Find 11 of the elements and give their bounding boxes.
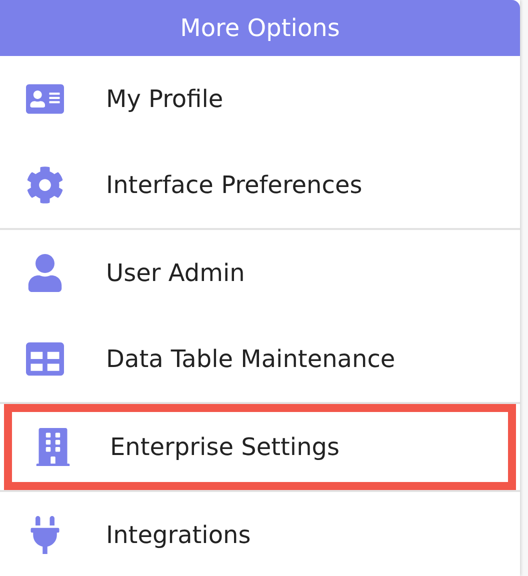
table-icon — [26, 340, 64, 378]
menu-item[interactable]: User Admin — [0, 230, 520, 316]
menu-title: More Options — [0, 0, 520, 56]
gear-icon — [26, 166, 64, 204]
menu-item[interactable]: My Profile — [0, 56, 520, 142]
menu-item[interactable]: Interface Preferences — [0, 142, 520, 228]
menu-item[interactable]: Integrations — [0, 492, 520, 576]
user-icon — [26, 254, 64, 292]
menu-item[interactable]: Data Table Maintenance — [0, 316, 520, 402]
menu-item[interactable]: Enterprise Settings — [4, 404, 516, 490]
building-icon — [34, 428, 72, 466]
